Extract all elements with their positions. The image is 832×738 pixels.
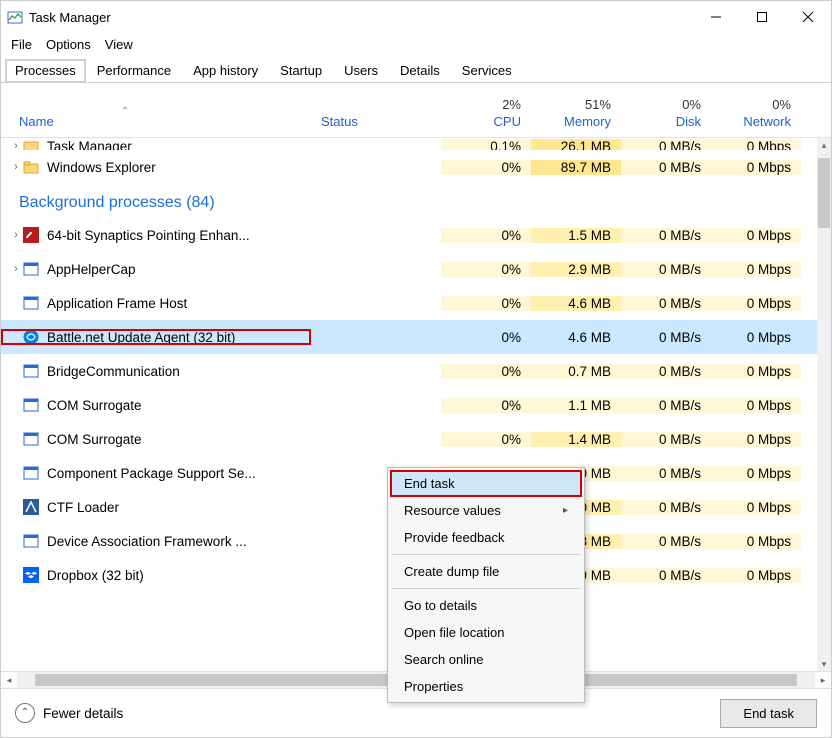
- tabs: Processes Performance App history Startu…: [1, 58, 831, 83]
- app-icon: [23, 138, 39, 150]
- tab-services[interactable]: Services: [451, 58, 523, 82]
- ctx-resource-values[interactable]: Resource values▸: [390, 497, 582, 524]
- col-name[interactable]: ⌃ Name: [1, 114, 311, 129]
- table-row[interactable]: › AppHelperCap 0% 2.9 MB 0 MB/s 0 Mbps: [1, 252, 817, 286]
- col-memory[interactable]: 51% Memory: [531, 97, 621, 129]
- folder-icon: [23, 159, 39, 175]
- column-headers: ⌃ Name Status 2% CPU 51% Memory 0% Disk …: [1, 83, 831, 138]
- generic-app-icon: [23, 431, 39, 447]
- process-list-area: ⌃ Name Status 2% CPU 51% Memory 0% Disk …: [1, 83, 831, 688]
- table-row[interactable]: › COM Surrogate 0% 1.4 MB 0 MB/s 0 Mbps: [1, 422, 817, 456]
- chevron-right-icon: ▸: [563, 505, 568, 516]
- ctx-open-file-location[interactable]: Open file location: [390, 619, 582, 646]
- col-cpu[interactable]: 2% CPU: [441, 97, 531, 129]
- vertical-scrollbar[interactable]: ▴ ▾: [817, 138, 831, 671]
- ctx-create-dump[interactable]: Create dump file: [390, 558, 582, 585]
- window-title: Task Manager: [29, 10, 111, 25]
- table-row[interactable]: › Task Manager 0.1% 26.1 MB 0 MB/s 0 Mbp…: [1, 138, 817, 150]
- menu-file[interactable]: File: [11, 37, 32, 52]
- close-button[interactable]: [785, 1, 831, 33]
- table-row[interactable]: › BridgeCommunication 0% 0.7 MB 0 MB/s 0…: [1, 354, 817, 388]
- table-row[interactable]: › Application Frame Host 0% 4.6 MB 0 MB/…: [1, 286, 817, 320]
- task-manager-window: Task Manager File Options View Processes…: [0, 0, 832, 738]
- menu-view[interactable]: View: [105, 37, 133, 52]
- menu-options[interactable]: Options: [46, 37, 91, 52]
- battlenet-icon: [23, 329, 39, 345]
- generic-app-icon: [23, 295, 39, 311]
- scroll-thumb[interactable]: [818, 158, 830, 228]
- synaptics-icon: [23, 227, 39, 243]
- tab-users[interactable]: Users: [333, 58, 389, 82]
- ctx-properties[interactable]: Properties: [390, 673, 582, 700]
- tab-app-history[interactable]: App history: [182, 58, 269, 82]
- col-network[interactable]: 0% Network: [711, 97, 801, 129]
- task-manager-icon: [7, 9, 23, 25]
- ctx-search-online[interactable]: Search online: [390, 646, 582, 673]
- scroll-down-icon[interactable]: ▾: [817, 657, 831, 671]
- tab-details[interactable]: Details: [389, 58, 451, 82]
- tab-processes[interactable]: Processes: [5, 59, 86, 83]
- end-task-button[interactable]: End task: [720, 699, 817, 728]
- col-status[interactable]: Status: [311, 114, 441, 129]
- maximize-button[interactable]: [739, 1, 785, 33]
- ctx-go-to-details[interactable]: Go to details: [390, 592, 582, 619]
- ctx-end-task[interactable]: End task: [390, 470, 582, 497]
- table-row[interactable]: › Windows Explorer 0% 89.7 MB 0 MB/s 0 M…: [1, 150, 817, 184]
- minimize-button[interactable]: [693, 1, 739, 33]
- tab-performance[interactable]: Performance: [86, 58, 182, 82]
- generic-app-icon: [23, 465, 39, 481]
- expand-icon[interactable]: ›: [9, 263, 23, 275]
- generic-app-icon: [23, 363, 39, 379]
- sort-indicator-icon: ⌃: [121, 106, 129, 117]
- menubar: File Options View: [1, 33, 831, 58]
- generic-app-icon: [23, 261, 39, 277]
- table-row[interactable]: › 64-bit Synaptics Pointing Enhan... 0% …: [1, 218, 817, 252]
- table-row[interactable]: › COM Surrogate 0% 1.1 MB 0 MB/s 0 Mbps: [1, 388, 817, 422]
- tab-startup[interactable]: Startup: [269, 58, 333, 82]
- context-menu: End task Resource values▸ Provide feedba…: [387, 467, 585, 703]
- menu-separator: [392, 588, 580, 589]
- expand-icon[interactable]: ›: [9, 161, 23, 173]
- ctx-provide-feedback[interactable]: Provide feedback: [390, 524, 582, 551]
- table-row-selected[interactable]: › Battle.net Update Agent (32 bit) 0% 4.…: [1, 320, 817, 354]
- scroll-left-icon[interactable]: ◂: [1, 675, 17, 686]
- ctf-icon: [23, 499, 39, 515]
- group-background-processes: Background processes (84): [1, 184, 817, 218]
- expand-icon[interactable]: ›: [9, 229, 23, 241]
- scroll-right-icon[interactable]: ▸: [815, 675, 831, 686]
- col-disk[interactable]: 0% Disk: [621, 97, 711, 129]
- titlebar: Task Manager: [1, 1, 831, 33]
- generic-app-icon: [23, 397, 39, 413]
- chevron-up-icon: ⌃: [15, 703, 35, 723]
- dropbox-icon: [23, 567, 39, 583]
- generic-app-icon: [23, 533, 39, 549]
- menu-separator: [392, 554, 580, 555]
- fewer-details-button[interactable]: ⌃ Fewer details: [15, 703, 123, 723]
- scroll-up-icon[interactable]: ▴: [817, 138, 831, 152]
